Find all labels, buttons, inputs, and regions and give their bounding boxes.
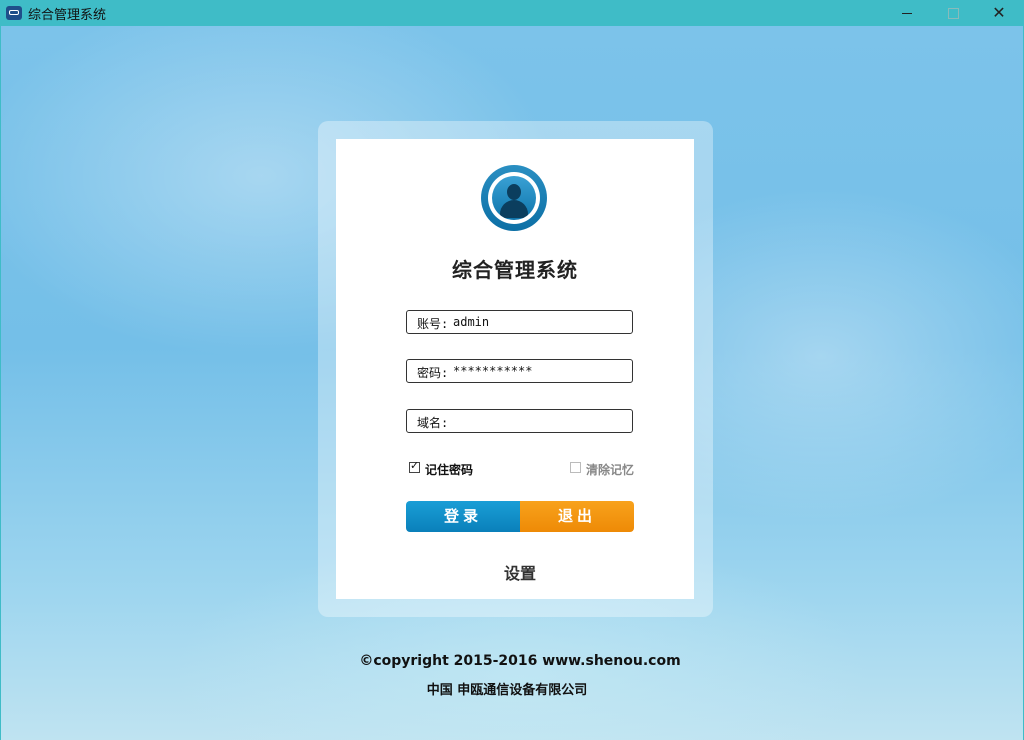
password-field[interactable]: 密码:: [406, 359, 633, 383]
minimize-icon: [902, 13, 912, 14]
title-bar[interactable]: 综合管理系统 ✕: [0, 0, 1024, 26]
system-title: 综合管理系统: [452, 258, 578, 282]
domain-input[interactable]: [453, 412, 623, 430]
maximize-icon: [948, 8, 959, 19]
account-field[interactable]: 账号:: [406, 310, 633, 334]
app-window: 综合管理系统 ✕ 综合管理系统 账号: 密码: 域名: 记住密码: [0, 0, 1024, 740]
account-input[interactable]: [453, 313, 623, 331]
checkbox-unchecked-icon[interactable]: [570, 462, 581, 473]
password-label: 密码:: [417, 366, 449, 380]
user-avatar-icon: [481, 165, 547, 231]
account-label: 账号:: [417, 317, 449, 331]
minimize-button[interactable]: [884, 0, 930, 26]
checkbox-checked-icon[interactable]: [409, 459, 420, 473]
maximize-button[interactable]: [930, 0, 976, 26]
copyright-text: ©copyright 2015-2016 www.shenou.com: [359, 653, 681, 669]
app-icon: [6, 6, 22, 20]
clear-memory-label: 清除记忆: [586, 463, 635, 477]
login-button[interactable]: 登录: [406, 501, 520, 532]
password-input[interactable]: [453, 362, 623, 380]
domain-field[interactable]: 域名:: [406, 409, 633, 433]
close-button[interactable]: ✕: [976, 0, 1022, 26]
settings-link[interactable]: 设置: [336, 560, 704, 584]
exit-button[interactable]: 退出: [520, 501, 634, 532]
window-title: 综合管理系统: [28, 8, 107, 23]
remember-password-label: 记住密码: [425, 463, 474, 477]
domain-label: 域名:: [417, 416, 449, 430]
company-name: 中国 申瓯通信设备有限公司: [426, 683, 588, 698]
